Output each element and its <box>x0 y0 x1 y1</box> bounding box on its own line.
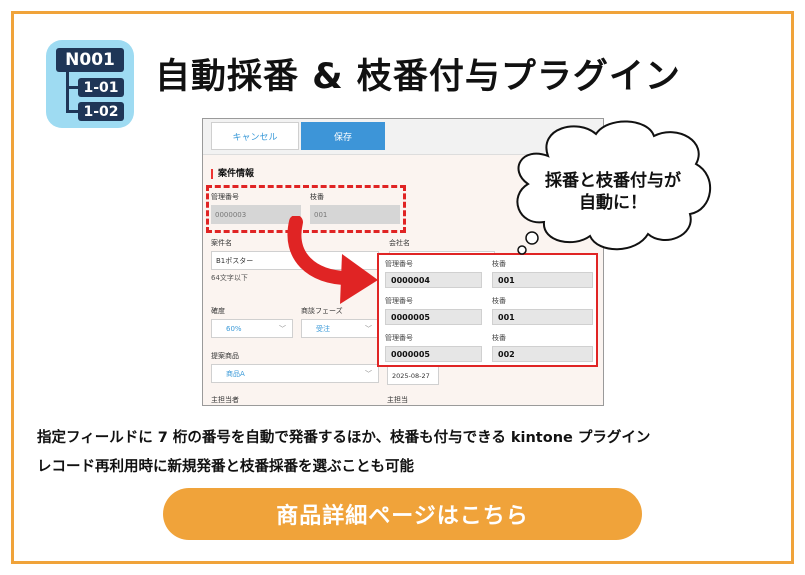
company-label: 会社名 <box>389 239 410 247</box>
result-label-branch: 枝番 <box>492 334 506 342</box>
accuracy-label: 確度 <box>211 307 225 315</box>
accuracy-select[interactable]: 60% ﹀ <box>211 319 293 338</box>
product-select[interactable]: 商品A ﹀ <box>211 364 379 383</box>
cancel-button[interactable]: キャンセル <box>211 122 299 150</box>
sales-rep-label: 主担当者 <box>211 396 239 404</box>
result-branch: 001 <box>492 309 593 325</box>
numbering-result-panel: 管理番号 枝番 0000004 001 管理番号 枝番 0000005 001 … <box>377 253 598 367</box>
chevron-down-icon: ﹀ <box>365 325 372 333</box>
result-label-branch: 枝番 <box>492 297 506 305</box>
icon-tag-sub1: 1-01 <box>78 78 124 97</box>
product-detail-button[interactable]: 商品詳細ページはこちら <box>163 488 642 540</box>
result-branch: 002 <box>492 346 593 362</box>
speech-bubble-text: 採番と枝番付与が 自動に！ <box>528 170 698 214</box>
curved-arrow-icon <box>287 216 378 304</box>
phase-label: 商談フェーズ <box>301 307 343 315</box>
bubble-line1: 採番と枝番付与が <box>545 171 681 191</box>
phase-value: 受注 <box>316 324 330 333</box>
description-line2: レコード再利用時に新規発番と枝番採番を選ぶことも可能 <box>37 459 414 475</box>
project-label: 案件名 <box>211 239 232 247</box>
phase-select[interactable]: 受注 ﹀ <box>301 319 379 338</box>
result-label-manage-no: 管理番号 <box>385 260 413 268</box>
product-value: 商品A <box>226 369 245 378</box>
page-title: 自動採番 & 枝番付与プラグイン <box>155 57 681 97</box>
save-button[interactable]: 保存 <box>301 122 385 150</box>
owner-label: 主担当 <box>387 396 408 404</box>
result-manage-no: 0000005 <box>385 346 482 362</box>
result-label-manage-no: 管理番号 <box>385 334 413 342</box>
icon-tag-sub2: 1-02 <box>78 102 124 121</box>
result-manage-no: 0000004 <box>385 272 482 288</box>
description-line1: 指定フィールドに 7 桁の番号を自動で発番するほか、枝番も付与できる kinto… <box>37 430 651 446</box>
date-input[interactable]: 2025-08-27 <box>387 366 439 385</box>
result-label-branch: 枝番 <box>492 260 506 268</box>
product-label: 提案商品 <box>211 352 239 360</box>
chevron-down-icon: ﹀ <box>279 325 286 333</box>
bubble-line2: 自動に！ <box>579 193 647 213</box>
tree-line-icon <box>66 72 69 112</box>
result-branch: 001 <box>492 272 593 288</box>
project-hint: 64文字以下 <box>211 274 248 282</box>
icon-tag-main: N001 <box>56 48 124 72</box>
result-label-manage-no: 管理番号 <box>385 297 413 305</box>
chevron-down-icon: ﹀ <box>365 370 372 378</box>
result-manage-no: 0000005 <box>385 309 482 325</box>
section-title: 案件情報 <box>211 169 254 179</box>
plugin-app-icon: N001 1-01 1-02 <box>46 40 134 128</box>
accuracy-value: 60% <box>226 324 242 333</box>
